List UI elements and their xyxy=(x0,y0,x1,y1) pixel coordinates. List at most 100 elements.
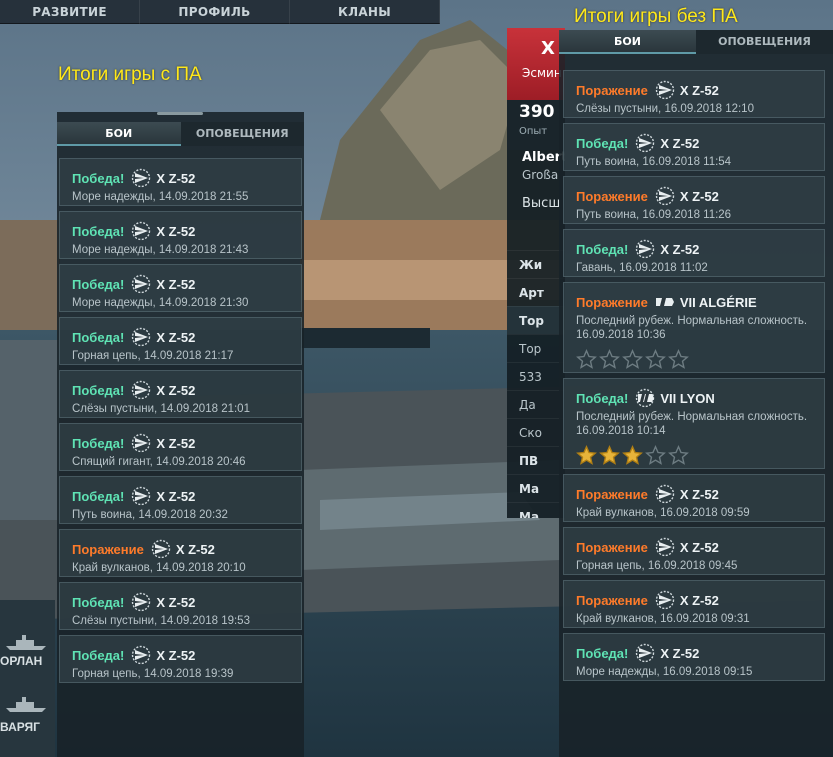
battle-details: Последний рубеж. Нормальная сложность. xyxy=(576,411,808,423)
victory-label: Победа! xyxy=(72,170,125,186)
battle-details: Горная цепь, 16.09.2018 09:45 xyxy=(576,560,738,572)
commander-block[interactable]: Albert Großa Высш xyxy=(507,150,565,250)
destroyer-icon xyxy=(132,380,151,400)
battle-result-card[interactable]: Победа! X Z-52 Море надежды, 14.09.2018 21… xyxy=(59,264,302,312)
defeat-label: Поражение xyxy=(576,486,648,502)
battle-details: Гавань, 16.09.2018 11:02 xyxy=(576,262,708,274)
cruiser-icon xyxy=(655,298,674,306)
battle-details: Край вулканов, 14.09.2018 20:10 xyxy=(72,562,246,574)
battle-result-card[interactable]: Победа! X Z-52 Море надежды, 14.09.2018 21… xyxy=(59,211,302,259)
star-filled-icon xyxy=(622,445,643,465)
destroyer-icon xyxy=(132,592,151,612)
battle-result-card[interactable]: Победа! X Z-52 Горная цепь, 14.09.2018 21:… xyxy=(59,317,302,365)
section-concealment[interactable]: Ма xyxy=(507,502,565,518)
section-torpedoes[interactable]: Тор xyxy=(507,306,565,334)
commander-sub: Großa xyxy=(522,168,559,182)
ship-header: X Эсмин xyxy=(507,28,565,100)
ship-name: VII LYON xyxy=(660,390,715,406)
drag-handle[interactable] xyxy=(157,112,203,115)
battle-result-card[interactable]: Победа! X Z-52 Гавань, 16.09.2018 11:02 xyxy=(563,229,825,277)
ship-name: X Z-52 xyxy=(156,647,196,663)
battle-datetime: 16.09.2018 10:36 xyxy=(576,329,666,341)
nav-clans[interactable]: КЛАНЫ xyxy=(290,0,440,24)
result-line: Победа! X Z-52 xyxy=(72,486,195,506)
result-line: Победа! X Z-52 xyxy=(72,168,195,188)
tab-battles[interactable]: БОИ xyxy=(559,30,696,54)
battle-details: Море надежды, 16.09.2018 09:15 xyxy=(576,666,753,678)
battles-panel-left: БОИ ОПОВЕЩЕНИЯ Победа! X Z-52 Море надежды… xyxy=(57,112,304,757)
ship-name: X Z-52 xyxy=(660,645,700,661)
battle-result-card[interactable]: Победа! X Z-52 Слёзы пустыни, 14.09.2018 2… xyxy=(59,370,302,418)
battle-result-card[interactable]: Победа! X Z-52 Спящий гигант, 14.09.2018 2… xyxy=(59,423,302,471)
port-ship-varyag[interactable]: ВАРЯГ xyxy=(0,690,52,740)
result-line: Победа! X Z-52 xyxy=(72,380,195,400)
port-ship-label: ОРЛАН xyxy=(0,654,43,668)
ship-name: X xyxy=(541,38,555,59)
tab-bar: БОИ ОПОВЕЩЕНИЯ xyxy=(57,122,304,146)
battle-result-card[interactable]: Победа! X Z-52 Путь воина, 14.09.2018 20:3… xyxy=(59,476,302,524)
star-empty-icon xyxy=(622,349,643,369)
ship-silhouette-icon xyxy=(6,697,46,712)
result-line: Победа! X Z-52 xyxy=(72,221,195,241)
result-line: Поражение X Z-52 xyxy=(576,590,719,610)
xp-block: 390 Опыт xyxy=(507,100,565,150)
destroyer-icon xyxy=(132,327,151,347)
destroyer-icon xyxy=(655,80,675,100)
destroyer-icon xyxy=(132,274,151,294)
battle-details: Край вулканов, 16.09.2018 09:31 xyxy=(576,613,750,625)
tab-notifications[interactable]: ОПОВЕЩЕНИЯ xyxy=(696,30,833,54)
defeat-label: Поражение xyxy=(576,294,648,310)
battle-details: Слёзы пустыни, 16.09.2018 12:10 xyxy=(576,103,754,115)
battle-details: Горная цепь, 14.09.2018 19:39 xyxy=(72,668,234,680)
battle-result-card[interactable]: Поражение X Z-52 Край вулканов, 16.09.2018… xyxy=(563,474,825,522)
battle-result-card[interactable]: Победа! X Z-52 Море надежды, 14.09.2018 21… xyxy=(59,158,302,206)
ship-name: VII ALGÉRIE xyxy=(679,294,757,310)
destroyer-icon xyxy=(655,484,675,504)
battle-details: Море надежды, 14.09.2018 21:43 xyxy=(72,244,249,256)
tab-notifications[interactable]: ОПОВЕЩЕНИЯ xyxy=(180,122,304,146)
nav-development[interactable]: РАЗВИТИЕ xyxy=(0,0,140,24)
battle-result-card[interactable]: Поражение X Z-52 Горная цепь, 16.09.2018 0… xyxy=(563,527,825,575)
tab-bar: БОИ ОПОВЕЩЕНИЯ xyxy=(559,30,833,54)
tab-battles[interactable]: БОИ xyxy=(57,122,181,146)
destroyer-icon xyxy=(655,537,675,557)
section-survivability[interactable]: Жи xyxy=(507,250,565,278)
victory-label: Победа! xyxy=(72,382,125,398)
section-aa[interactable]: ПВ xyxy=(507,446,565,474)
battle-details: Путь воина, 16.09.2018 11:26 xyxy=(576,209,732,221)
section-maneuverability[interactable]: Ма xyxy=(507,474,565,502)
port-ship-orlan[interactable]: ОРЛАН xyxy=(0,628,52,672)
destroyer-icon xyxy=(132,221,151,241)
battle-result-card[interactable]: Поражение VII ALGÉRIE Последний рубеж. Нор… xyxy=(563,282,825,373)
battle-details: Спящий гигант, 14.09.2018 20:46 xyxy=(72,456,246,468)
port-ship-label: ВАРЯГ xyxy=(0,720,40,734)
operation-stars xyxy=(576,349,691,370)
destroyer-icon xyxy=(132,433,151,453)
victory-label: Победа! xyxy=(72,276,125,292)
battle-details: Путь воина, 14.09.2018 20:32 xyxy=(72,509,228,521)
battle-result-card[interactable]: Победа! X Z-52 Море надежды, 16.09.2018 09… xyxy=(563,633,825,681)
ship-name: X Z-52 xyxy=(660,135,700,151)
ship-name: X Z-52 xyxy=(156,223,196,239)
result-line: Победа! X Z-52 xyxy=(72,645,195,665)
battle-result-card[interactable]: Победа! X Z-52 Путь воина, 16.09.2018 11:5… xyxy=(563,123,825,171)
battle-result-card[interactable]: Поражение X Z-52 Край вулканов, 14.09.2018… xyxy=(59,529,302,577)
section-artillery[interactable]: Арт xyxy=(507,278,565,306)
battle-details: Море надежды, 14.09.2018 21:55 xyxy=(72,191,249,203)
destroyer-icon xyxy=(636,643,655,663)
battle-result-card[interactable]: Победа! VII LYON Последний рубеж. Нормальн… xyxy=(563,378,825,469)
destroyer-icon xyxy=(636,239,655,259)
section-torpedo-detail: Тор xyxy=(507,334,565,362)
battle-details: Край вулканов, 16.09.2018 09:59 xyxy=(576,507,750,519)
battle-result-card[interactable]: Поражение X Z-52 Путь воина, 16.09.2018 11… xyxy=(563,176,825,224)
top-navigation: РАЗВИТИЕ ПРОФИЛЬ КЛАНЫ xyxy=(0,0,440,24)
destroyer-icon xyxy=(132,645,151,665)
result-line: Победа! X Z-52 xyxy=(72,274,195,294)
xp-value: 390 xyxy=(519,102,555,122)
battle-result-card[interactable]: Поражение X Z-52 Слёзы пустыни, 16.09.2018… xyxy=(563,70,825,118)
battle-result-card[interactable]: Победа! X Z-52 Слёзы пустыни, 14.09.2018 1… xyxy=(59,582,302,630)
battle-result-card[interactable]: Победа! X Z-52 Горная цепь, 14.09.2018 19:… xyxy=(59,635,302,683)
battle-result-card[interactable]: Поражение X Z-52 Край вулканов, 16.09.2018… xyxy=(563,580,825,628)
star-empty-icon xyxy=(576,349,597,369)
nav-profile[interactable]: ПРОФИЛЬ xyxy=(140,0,290,24)
